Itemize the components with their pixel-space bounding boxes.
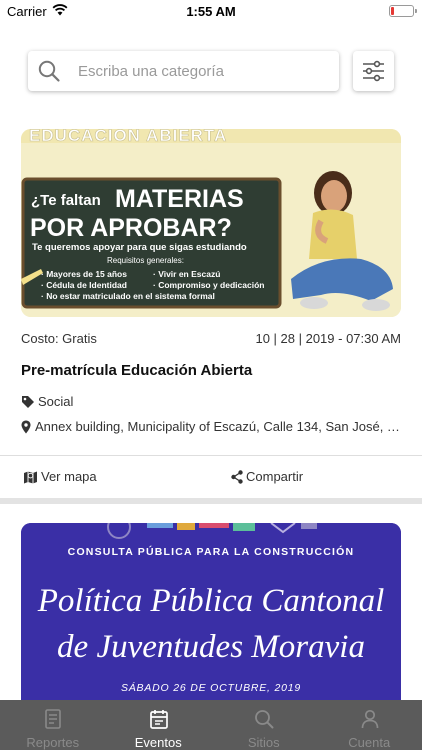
- event-poster-image[interactable]: EDUCACIÓN ABIERTA ¿Te faltan MATERIAS PO…: [21, 129, 401, 317]
- tab-label: Reportes: [26, 735, 80, 750]
- poster-line-1: Política Pública Cantonal: [37, 583, 384, 619]
- tab-reportes[interactable]: Reportes: [0, 700, 106, 750]
- search-bar[interactable]: [28, 51, 339, 91]
- search-input[interactable]: [78, 51, 328, 91]
- poster-subtitle: Te queremos apoyar para que sigas estudi…: [32, 242, 247, 253]
- poster-requirement: · Mayores de 15 años: [41, 269, 127, 279]
- map-pin-icon: [21, 420, 31, 434]
- poster-date: SÁBADO 26 DE OCTUBRE, 2019: [121, 681, 301, 694]
- poster-line-2: de Juventudes Moravia: [57, 629, 365, 665]
- divider: [0, 455, 422, 456]
- share-label: Compartir: [246, 469, 304, 484]
- poster-question: ¿Te faltan: [31, 192, 101, 209]
- status-bar: Carrier 1:55 AM: [0, 0, 422, 22]
- poster-requirement: · No estar matriculado en el sistema for…: [41, 291, 215, 301]
- battery-icon: [389, 5, 417, 17]
- poster-headline-1: MATERIAS: [115, 185, 244, 213]
- card-separator: [0, 498, 422, 504]
- event-cost: Costo: Gratis: [21, 331, 97, 346]
- poster-header: EDUCACIÓN ABIERTA: [29, 129, 227, 145]
- search-icon: [38, 60, 60, 82]
- clock: 1:55 AM: [186, 4, 236, 19]
- event-meta: Costo: Gratis 10 | 28 | 2019 - 07:30 AM: [21, 331, 401, 349]
- tab-cuenta[interactable]: Cuenta: [317, 700, 422, 750]
- share-icon: [231, 470, 243, 484]
- poster-requirement: · Vivir en Escazú: [153, 269, 220, 279]
- view-map-button[interactable]: Ver mapa: [23, 469, 113, 487]
- view-map-label: Ver mapa: [41, 469, 97, 484]
- sliders-icon: [363, 60, 384, 82]
- event-category-label: Social: [38, 394, 74, 409]
- tab-label: Cuenta: [348, 735, 391, 750]
- tab-bar: Reportes Eventos Sitios Cuenta: [0, 700, 422, 750]
- poster-headline-2: POR APROBAR?: [30, 214, 232, 242]
- poster-requirements-title: Requisitos generales:: [107, 256, 184, 265]
- tab-label: Eventos: [134, 735, 182, 750]
- calendar-icon: [149, 710, 168, 729]
- map-icon: [24, 471, 37, 484]
- poster-requirement: · Cédula de Identidad: [41, 280, 127, 290]
- event-location: Annex building, Municipality of Escazú, …: [21, 419, 401, 437]
- event-location-label: Annex building, Municipality of Escazú, …: [35, 419, 401, 434]
- filter-button[interactable]: [353, 51, 394, 91]
- event-title[interactable]: Pre-matrícula Educación Abierta: [21, 362, 252, 379]
- search-icon: [255, 710, 274, 729]
- tab-sitios[interactable]: Sitios: [211, 700, 317, 750]
- document-icon: [45, 709, 61, 729]
- event-poster-image[interactable]: CONSULTA PÚBLICA PARA LA CONSTRUCCIÓN Po…: [21, 523, 401, 713]
- tag-icon: [22, 396, 34, 408]
- poster-requirement: · Compromiso y dedicación: [153, 280, 264, 290]
- poster-kicker: CONSULTA PÚBLICA PARA LA CONSTRUCCIÓN: [68, 545, 355, 558]
- user-icon: [361, 709, 378, 729]
- tab-label: Sitios: [247, 735, 280, 750]
- tab-eventos[interactable]: Eventos: [106, 700, 212, 750]
- share-button[interactable]: Compartir: [231, 469, 321, 487]
- event-date: 10 | 28 | 2019 - 07:30 AM: [255, 331, 401, 346]
